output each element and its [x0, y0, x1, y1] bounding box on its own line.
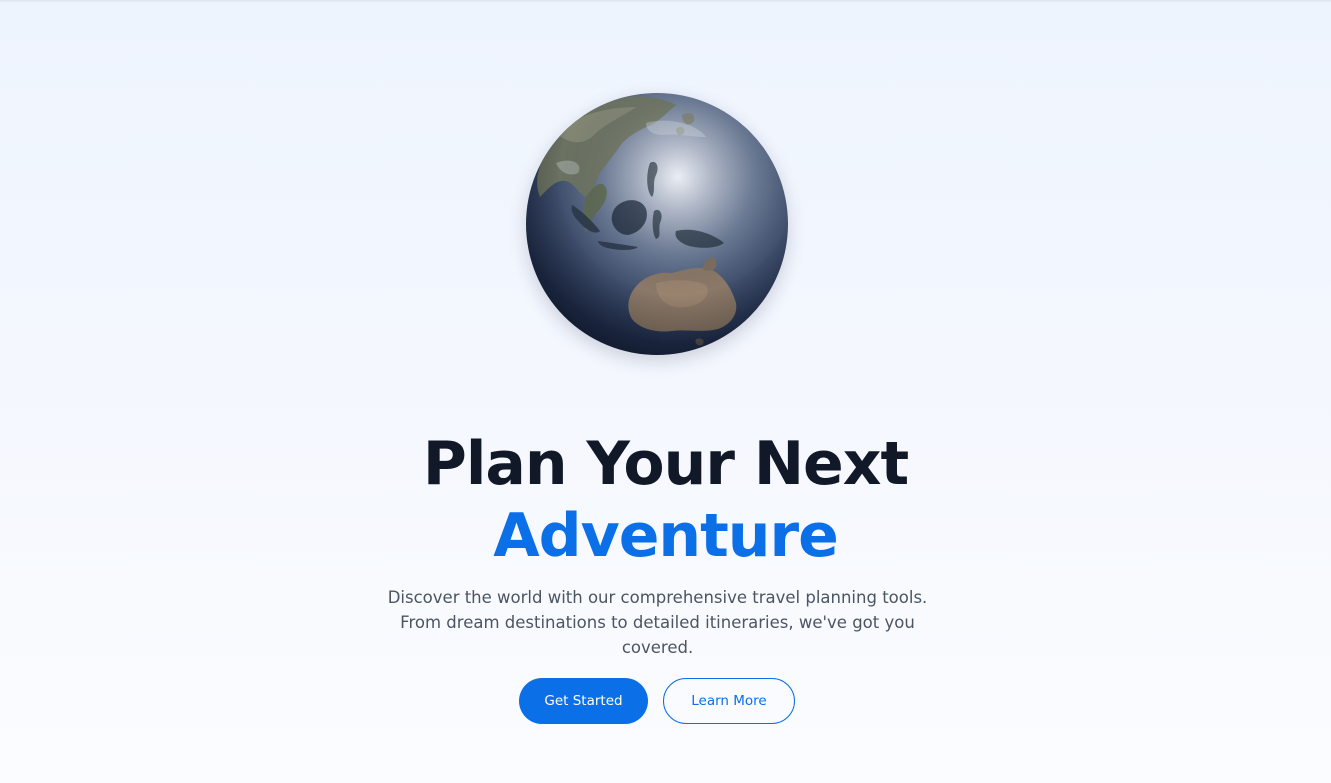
globe-icon	[526, 93, 788, 355]
hero-title-highlight: Adventure	[493, 501, 839, 571]
learn-more-button[interactable]: Learn More	[663, 678, 795, 724]
hero-section: Plan Your Next Adventure Discover the wo…	[0, 0, 1331, 783]
hero-subtitle: Discover the world with our comprehensiv…	[387, 588, 928, 657]
hero-title: Plan Your Next Adventure	[0, 428, 1331, 572]
get-started-button[interactable]: Get Started	[519, 678, 648, 724]
hero-title-line1: Plan Your Next	[422, 429, 909, 499]
